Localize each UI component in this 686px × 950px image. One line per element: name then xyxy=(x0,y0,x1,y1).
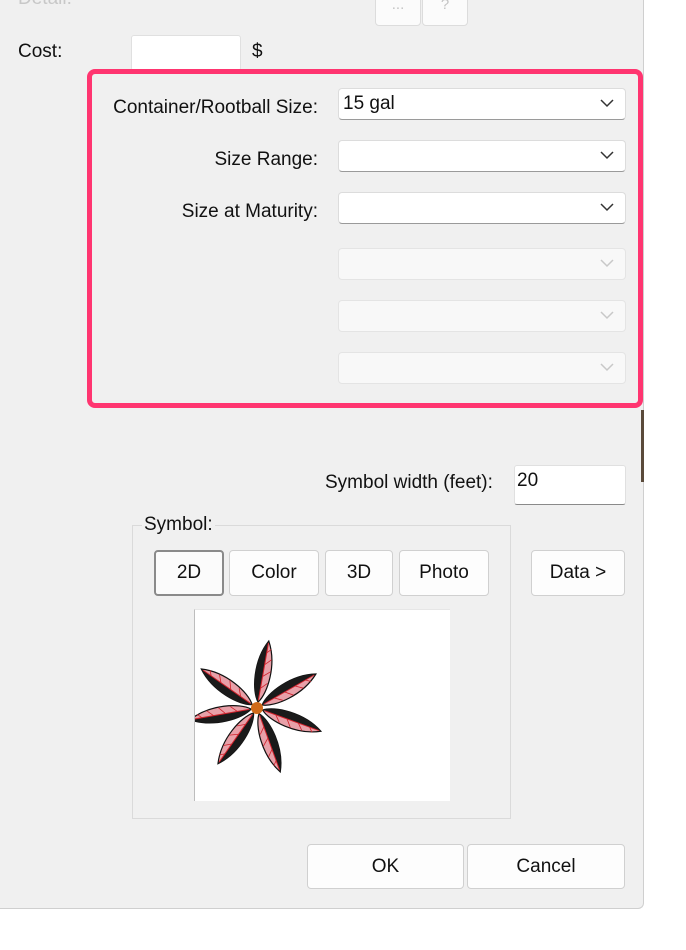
browse-button[interactable]: ... xyxy=(375,0,421,26)
container-size-value: 15 gal xyxy=(343,93,395,114)
plant-symbol-icon xyxy=(188,639,325,776)
tab-3d[interactable]: 3D xyxy=(325,550,393,596)
chevron-down-icon xyxy=(600,259,614,268)
symbol-width-input[interactable]: 20 xyxy=(514,465,626,505)
chevron-down-icon xyxy=(600,99,614,108)
help-button[interactable]: ? xyxy=(422,0,468,26)
symbol-width-label: Symbol width (feet): xyxy=(325,472,493,493)
background-window-edge xyxy=(641,410,644,482)
size-range-label: Size Range: xyxy=(214,149,318,170)
cost-input[interactable] xyxy=(131,35,241,71)
chevron-down-icon xyxy=(600,151,614,160)
data-button[interactable]: Data > xyxy=(531,550,625,596)
tab-2d[interactable]: 2D xyxy=(154,550,224,596)
size-range-select[interactable] xyxy=(338,140,626,172)
tab-color[interactable]: Color xyxy=(229,550,319,596)
disabled-select-3 xyxy=(338,352,626,384)
currency-symbol: $ xyxy=(252,41,263,62)
plant-specification-dialog: Detail: ... ? Cost: $ Container/Rootball… xyxy=(0,0,644,909)
ok-button[interactable]: OK xyxy=(307,844,464,889)
container-size-label: Container/Rootball Size: xyxy=(113,97,318,118)
container-size-select[interactable]: 15 gal xyxy=(338,88,626,120)
size-at-maturity-select[interactable] xyxy=(338,192,626,224)
detail-label: Detail: xyxy=(18,0,72,10)
disabled-select-2 xyxy=(338,300,626,332)
chevron-down-icon xyxy=(600,363,614,372)
symbol-preview xyxy=(188,609,450,801)
chevron-down-icon xyxy=(600,203,614,212)
tab-photo[interactable]: Photo xyxy=(399,550,489,596)
chevron-down-icon xyxy=(600,311,614,320)
cost-label: Cost: xyxy=(18,41,63,62)
disabled-select-1 xyxy=(338,248,626,280)
symbol-group-label: Symbol: xyxy=(142,514,215,536)
cancel-button[interactable]: Cancel xyxy=(467,844,625,889)
size-at-maturity-label: Size at Maturity: xyxy=(181,201,318,222)
